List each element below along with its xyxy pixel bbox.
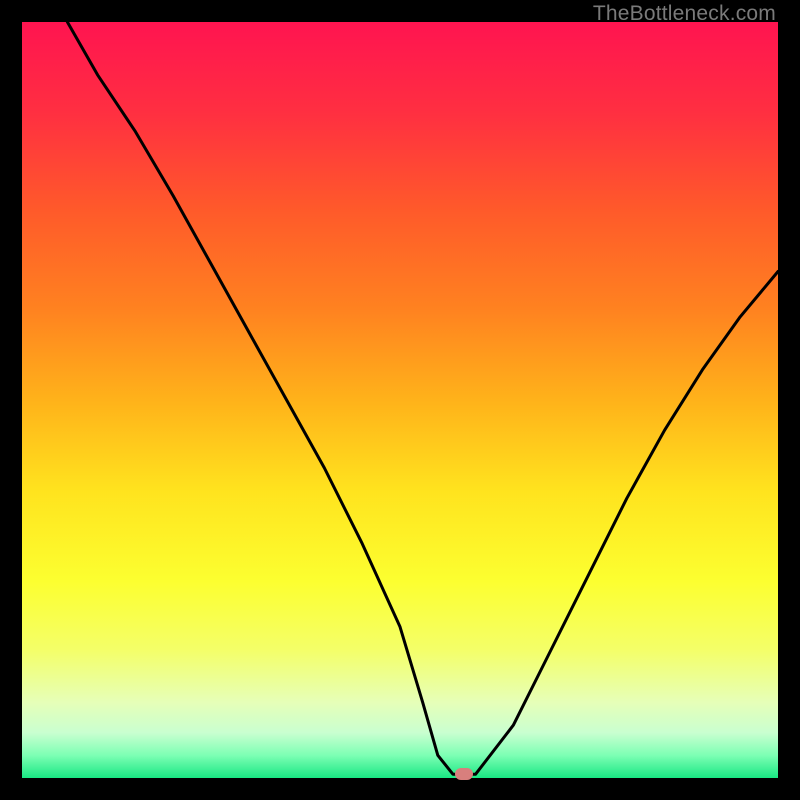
bottleneck-chart [22, 22, 778, 778]
chart-frame [22, 22, 778, 778]
gradient-background [22, 22, 778, 778]
minimum-marker [455, 768, 473, 780]
